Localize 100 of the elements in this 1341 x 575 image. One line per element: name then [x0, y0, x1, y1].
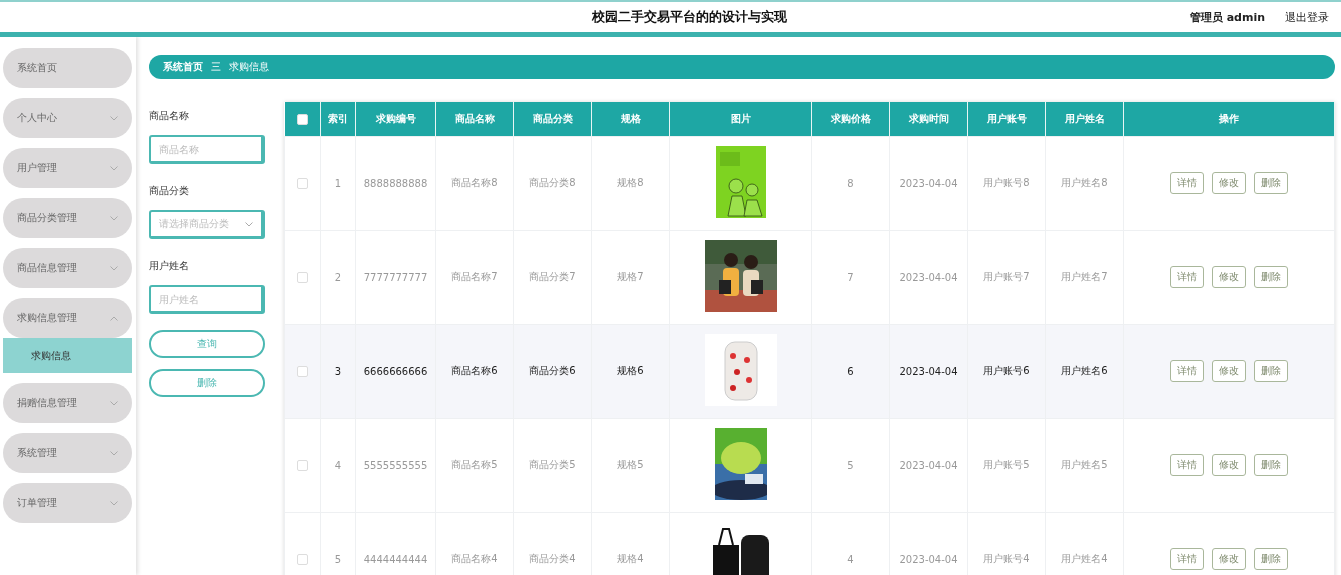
chevron-icon	[110, 115, 118, 121]
table-cell: 用户账号7	[967, 230, 1046, 324]
details-button[interactable]: 详情	[1170, 454, 1204, 476]
table-cell: 商品名称6	[435, 324, 514, 418]
sidebar-item[interactable]: 求购信息管理	[3, 298, 132, 338]
sidebar-item[interactable]: 商品信息管理	[3, 248, 132, 288]
chevron-icon	[245, 221, 253, 227]
table-cell: 3	[320, 324, 356, 418]
table-cell: 规格7	[591, 230, 670, 324]
table-cell: 7777777777	[355, 230, 436, 324]
delete-button[interactable]: 删除	[1254, 454, 1288, 476]
chevron-icon	[110, 500, 118, 506]
table-cell: 7	[811, 230, 890, 324]
details-button[interactable]: 详情	[1170, 172, 1204, 194]
table-cell: 商品分类6	[513, 324, 592, 418]
row-checkbox[interactable]	[297, 459, 308, 471]
edit-button[interactable]: 修改	[1212, 360, 1246, 382]
table-cell: 用户账号8	[967, 136, 1046, 230]
chevron-icon	[110, 265, 118, 271]
details-button[interactable]: 详情	[1170, 266, 1204, 288]
sidebar-item[interactable]: 系统首页	[3, 48, 132, 88]
table-cell: 商品名称5	[435, 418, 514, 512]
chevron-icon	[110, 315, 118, 321]
field-label: 商品名称	[149, 109, 190, 123]
sidebar-item[interactable]: 订单管理	[3, 483, 132, 523]
breadcrumb-home[interactable]: 系统首页	[163, 60, 203, 74]
column-header: 求购编号	[355, 102, 436, 136]
sidebar-item[interactable]: 捐赠信息管理	[3, 383, 132, 423]
delete-button[interactable]: 删除	[1254, 548, 1288, 570]
column-header: 图片	[669, 102, 812, 136]
logout-link[interactable]: 退出登录	[1285, 9, 1329, 25]
query-button[interactable]: 查询	[149, 330, 265, 358]
edit-button[interactable]: 修改	[1212, 454, 1246, 476]
table-cell: 5	[811, 418, 890, 512]
delete-button[interactable]: 删除	[1254, 266, 1288, 288]
table-cell: 2023-04-04	[889, 136, 968, 230]
submenu-item[interactable]: 求购信息	[3, 338, 132, 373]
edit-button[interactable]: 修改	[1212, 172, 1246, 194]
delete-button[interactable]: 删除	[149, 369, 265, 397]
column-header: 商品名称	[435, 102, 514, 136]
column-header: 用户账号	[967, 102, 1046, 136]
column-header: 操作	[1123, 102, 1335, 136]
table-cell: 4	[320, 418, 356, 512]
sidebar-item[interactable]: 系统管理	[3, 433, 132, 473]
table-row[interactable]: 5 4444444444 商品名称4 商品分类4 规格4 4 2023-04-04 用户账号4 用户姓名4 详情 修改 删除	[284, 512, 1335, 575]
table-cell: 商品名称8	[435, 136, 514, 230]
column-header: 规格	[591, 102, 670, 136]
edit-button[interactable]: 修改	[1212, 266, 1246, 288]
sidebar-item[interactable]: 商品分类管理	[3, 198, 132, 238]
row-checkbox[interactable]	[297, 553, 308, 565]
table-cell: 2023-04-04	[889, 324, 968, 418]
column-header: 求购时间	[889, 102, 968, 136]
row-checkbox[interactable]	[297, 271, 308, 283]
breadcrumb-separator: 三	[211, 60, 221, 74]
column-header: 求购价格	[811, 102, 890, 136]
table-cell: 用户姓名6	[1045, 324, 1124, 418]
table-cell: 用户姓名8	[1045, 136, 1124, 230]
table-cell: 8	[811, 136, 890, 230]
field-label: 用户姓名	[149, 259, 190, 273]
chevron-icon	[110, 165, 118, 171]
table-cell: 2023-04-04	[889, 418, 968, 512]
table-cell: 6	[811, 324, 890, 418]
select-all-checkbox[interactable]	[296, 113, 308, 125]
chevron-icon	[110, 400, 118, 406]
table-row[interactable]: 4 5555555555 商品名称5 商品分类5 规格5 5 2023-04-04 用户账号5 用户姓名5 详情 修改 删除	[284, 418, 1335, 512]
table-cell: 商品分类7	[513, 230, 592, 324]
sidebar-item[interactable]: 用户管理	[3, 148, 132, 188]
table-row[interactable]: 3 6666666666 商品名称6 商品分类6 规格6 6 2023-04-04 用户账号6 用户姓名6 详情 修改 删除	[284, 324, 1335, 418]
table-cell: 商品分类5	[513, 418, 592, 512]
table-cell: 用户姓名5	[1045, 418, 1124, 512]
delete-button[interactable]: 删除	[1254, 360, 1288, 382]
table-cell: 2	[320, 230, 356, 324]
table-cell: 1	[320, 136, 356, 230]
table-cell: 商品分类8	[513, 136, 592, 230]
table-row[interactable]: 1 8888888888 商品名称8 商品分类8 规格8 8 2023-04-04 用户账号8 用户姓名8 详情 修改 删除	[284, 136, 1335, 230]
row-checkbox[interactable]	[297, 365, 308, 377]
table-cell: 规格5	[591, 418, 670, 512]
column-header: 用户姓名	[1045, 102, 1124, 136]
table-cell: 6666666666	[355, 324, 436, 418]
table-cell: 用户姓名7	[1045, 230, 1124, 324]
table-row[interactable]: 2 7777777777 商品名称7 商品分类7 规格7 7 2023-04-04 用户账号7 用户姓名7 详情 修改 删除	[284, 230, 1335, 324]
details-button[interactable]: 详情	[1170, 360, 1204, 382]
search-field[interactable]: 用户姓名	[149, 285, 265, 314]
table-cell: 商品名称7	[435, 230, 514, 324]
chevron-icon	[110, 450, 118, 456]
table-cell: 用户账号6	[967, 324, 1046, 418]
details-button[interactable]: 详情	[1170, 548, 1204, 570]
table-cell: 用户账号5	[967, 418, 1046, 512]
chevron-icon	[110, 215, 118, 221]
table-cell: 规格6	[591, 324, 670, 418]
row-checkbox[interactable]	[297, 177, 308, 189]
column-header: 索引	[320, 102, 356, 136]
admin-label: 管理员 admin	[1189, 9, 1265, 25]
table-cell: 8888888888	[355, 136, 436, 230]
breadcrumb-current: 求购信息	[229, 60, 269, 74]
edit-button[interactable]: 修改	[1212, 548, 1246, 570]
table-cell: 规格8	[591, 136, 670, 230]
app-title: 校园二手交易平台的的设计与实现	[591, 8, 789, 26]
delete-button[interactable]: 删除	[1254, 172, 1288, 194]
sidebar-item[interactable]: 个人中心	[3, 98, 132, 138]
